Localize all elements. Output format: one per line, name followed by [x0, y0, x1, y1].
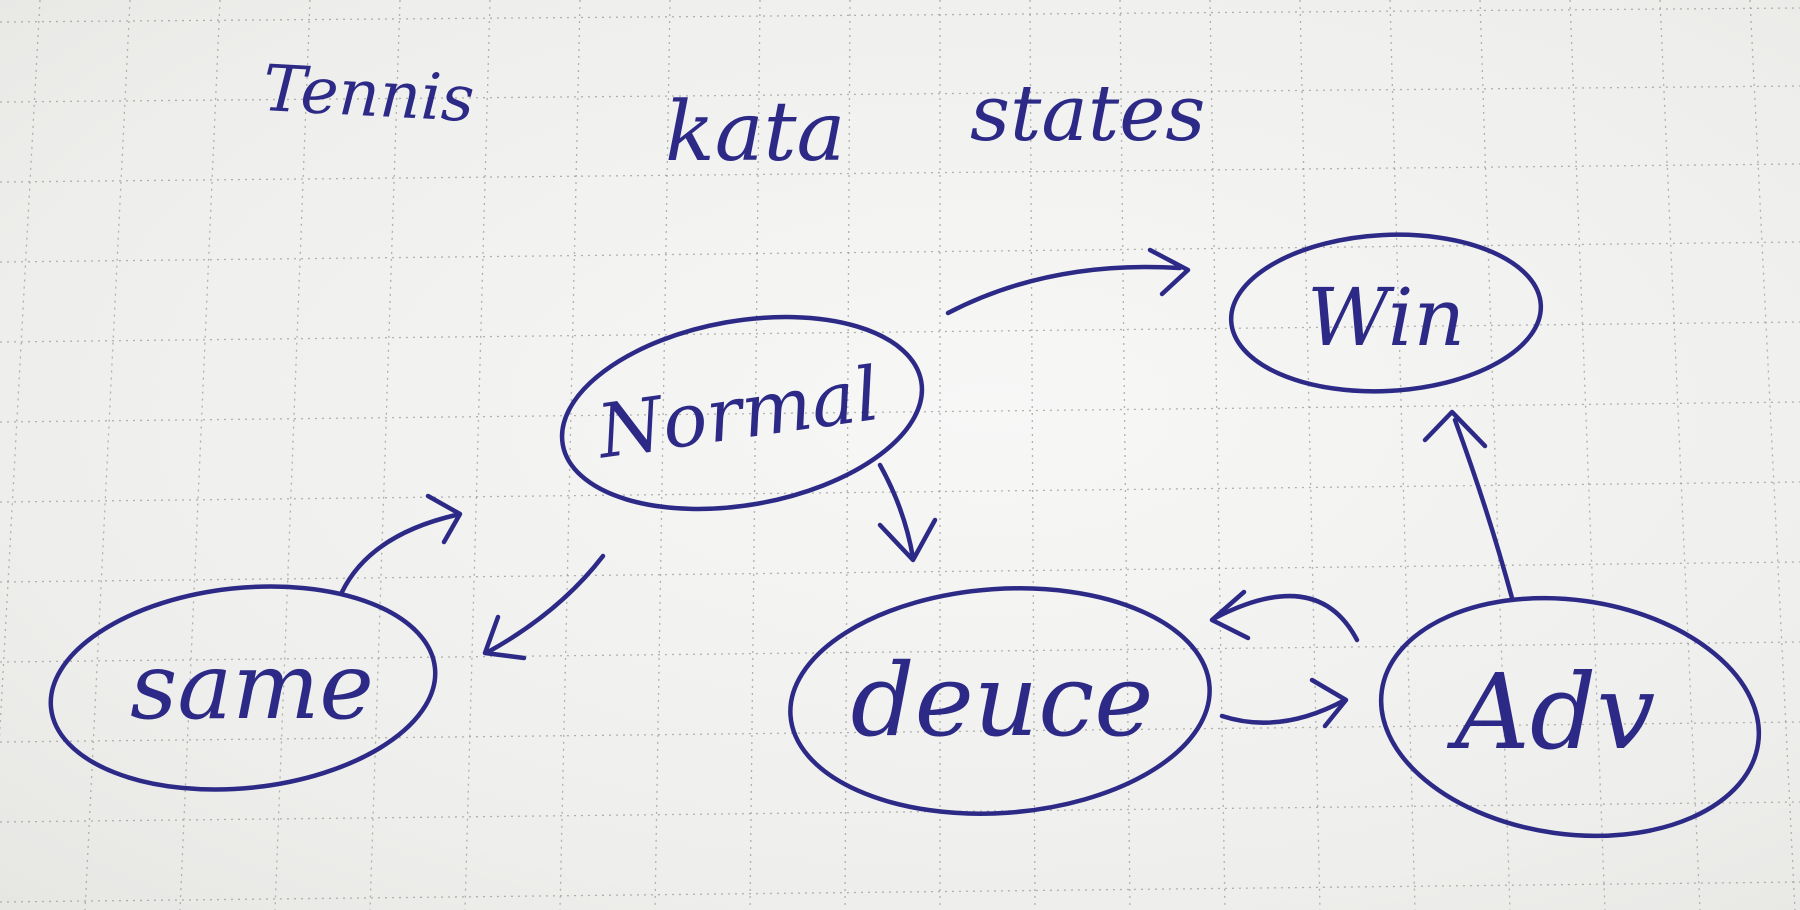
title-word-states: states: [970, 69, 1205, 159]
state-normal-label: Normal: [591, 351, 885, 476]
state-normal: Normal: [559, 314, 925, 512]
title-word-tennis: Tennis: [261, 52, 476, 137]
notebook-page: Tennis kata states Normal Win same deuce…: [0, 0, 1800, 910]
state-win: Win: [1228, 232, 1544, 394]
state-deuce: deuce: [788, 586, 1212, 816]
transition-deuce-to-adv: [1219, 677, 1349, 729]
transition-normal-to-win: [945, 247, 1191, 316]
grid-paper: [0, 0, 1800, 910]
state-same-label: same: [130, 633, 374, 740]
transition-adv-to-deuce: [1209, 589, 1360, 643]
transition-normal-to-same: [482, 553, 606, 661]
transition-normal-to-deuce: [877, 462, 938, 563]
state-same: same: [48, 584, 438, 792]
state-deuce-label: deuce: [851, 642, 1154, 759]
state-win-label: Win: [1307, 271, 1465, 364]
title-word-kata: kata: [665, 85, 845, 180]
state-adv-label: Adv: [1447, 651, 1655, 773]
state-diagram: Tennis kata states Normal Win same deuce…: [0, 0, 1800, 910]
transition-adv-to-win: [1422, 409, 1515, 601]
state-adv: Adv: [1378, 595, 1762, 839]
